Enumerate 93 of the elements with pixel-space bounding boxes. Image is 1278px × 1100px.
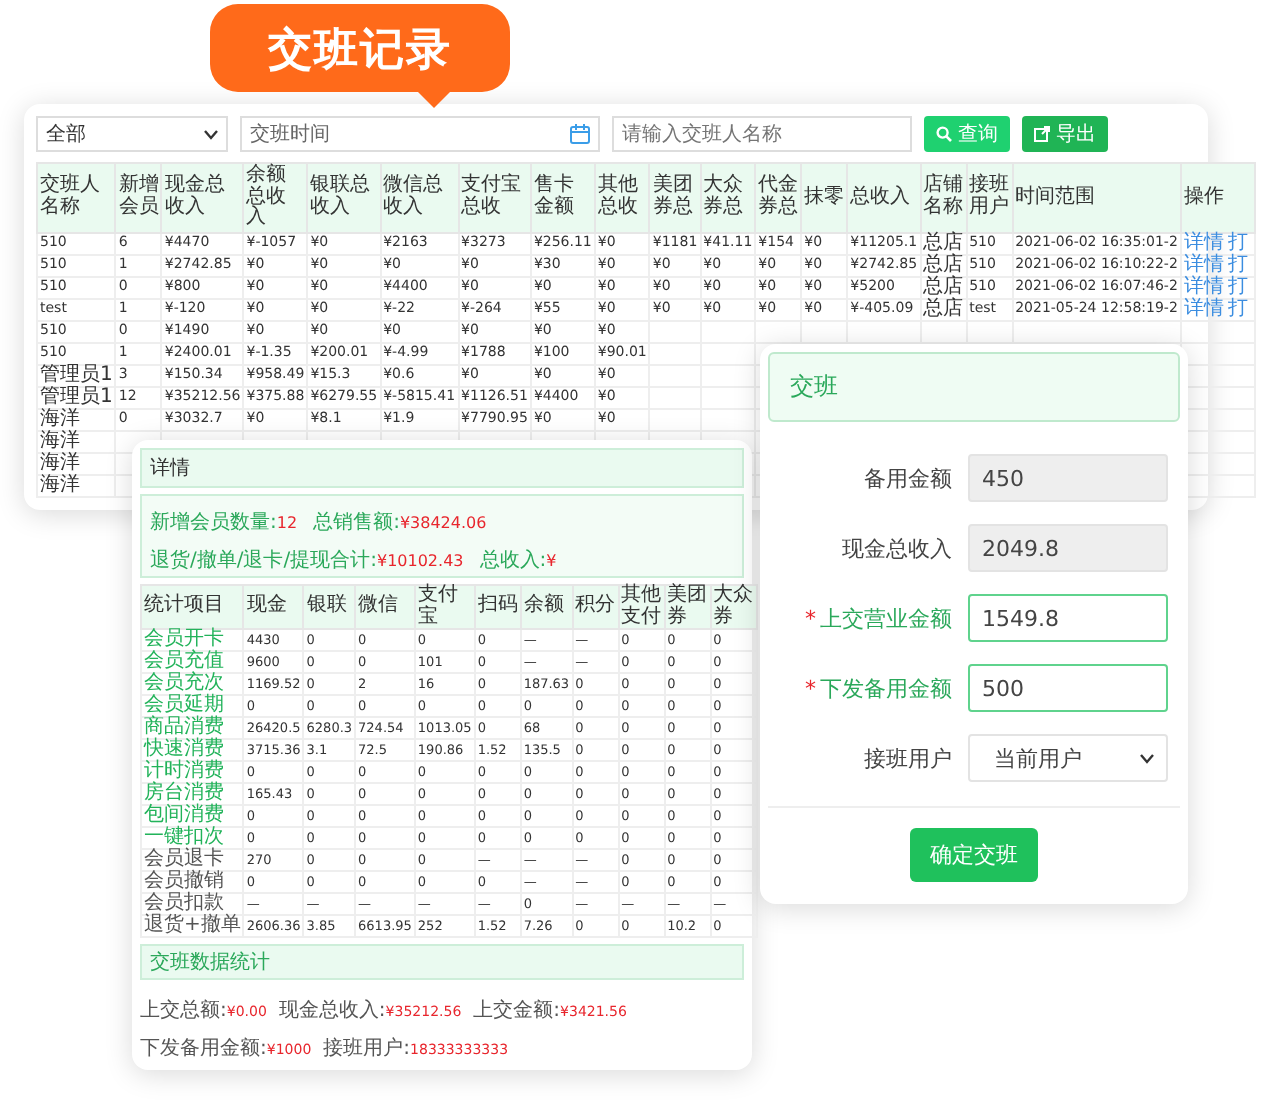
- field-label: 接班用户: [864, 743, 952, 773]
- total-label: 现金总收入:: [278, 1000, 386, 1022]
- column-header: 美团券总: [649, 163, 701, 232]
- table-cell: 退货+撤单: [141, 915, 244, 937]
- table-cell: 总店: [920, 254, 967, 276]
- column-header: 统计项目: [141, 585, 244, 629]
- table-cell: 会员扣款: [141, 893, 244, 915]
- summary-value: ¥10102.43: [376, 552, 464, 570]
- date-field[interactable]: 交班时间: [240, 116, 600, 152]
- summary-value: ¥38424.06: [399, 514, 487, 532]
- table-cell: 海洋: [37, 474, 116, 496]
- column-header: 总收入: [847, 163, 921, 232]
- export-button[interactable]: 导出: [1022, 116, 1108, 152]
- total-label: 接班用户:: [323, 1038, 411, 1061]
- field-label: 下发备用金额: [820, 673, 952, 703]
- column-header: 新增会员: [115, 163, 162, 232]
- column-header: 积分: [572, 585, 619, 629]
- column-header: 大众券: [710, 585, 757, 629]
- detail-title: 详情: [140, 448, 744, 488]
- field-label: 现金总收入: [842, 533, 952, 563]
- calendar-icon: [570, 124, 590, 144]
- item-link[interactable]: 快速消费: [141, 739, 244, 761]
- input-field[interactable]: 1549.8: [968, 594, 1168, 642]
- column-header: 微信: [355, 585, 415, 629]
- column-header: 现金: [243, 585, 304, 629]
- confirm-button[interactable]: 确定交班: [910, 828, 1038, 882]
- column-header: 接班用户: [966, 163, 1013, 232]
- table-cell: 总店: [920, 276, 967, 298]
- summary-value: ¥: [546, 552, 557, 570]
- caret-icon: [1140, 753, 1154, 763]
- total-label: 下发备用金额:: [140, 1038, 267, 1061]
- required-mark: *: [805, 675, 816, 701]
- item-link[interactable]: 计时消费: [141, 761, 244, 783]
- column-header: 代金券总: [755, 163, 802, 232]
- item-link[interactable]: 房台消费: [141, 783, 244, 805]
- table-cell: 会员退卡: [141, 849, 244, 871]
- item-link[interactable]: 会员充次: [141, 673, 244, 695]
- column-header: 余额: [520, 585, 573, 629]
- user-select[interactable]: 当前用户: [968, 734, 1168, 782]
- table-cell: 总店: [920, 232, 967, 254]
- column-header: 其他支付: [618, 585, 665, 629]
- required-mark: *: [805, 605, 816, 631]
- title-badge: 交班记录: [210, 4, 510, 108]
- column-header: 大众券总: [700, 163, 756, 232]
- table-cell: 总店: [920, 298, 967, 320]
- item-link[interactable]: 会员开卡: [141, 629, 244, 651]
- table-cell: 管理员1: [37, 386, 116, 408]
- input-field[interactable]: 450: [968, 454, 1168, 502]
- column-header: 现金总收入: [161, 163, 244, 232]
- item-link[interactable]: 会员充值: [141, 651, 244, 673]
- export-icon: [1034, 126, 1050, 142]
- total-label: 上交总额:: [140, 1000, 227, 1022]
- item-link[interactable]: 包间消费: [141, 805, 244, 827]
- column-header: 时间范围: [1012, 163, 1181, 232]
- field-label: 备用金额: [864, 463, 952, 493]
- summary-label: 总销售额:: [313, 512, 400, 534]
- table-cell: 海洋: [37, 408, 116, 430]
- table-cell: 管理员1: [37, 364, 116, 386]
- input-field[interactable]: 500: [968, 664, 1168, 712]
- column-header: 交班人名称: [37, 163, 116, 232]
- table-cell: 海洋: [37, 430, 116, 452]
- item-link[interactable]: 商品消费: [141, 717, 244, 739]
- dialog-title: 交班: [768, 352, 1180, 422]
- summary-label: 总收入:: [479, 550, 547, 572]
- column-header: 扫码: [474, 585, 521, 629]
- column-header: 其他总收: [594, 163, 650, 232]
- column-header: 余额总收入: [243, 163, 308, 232]
- column-header: 支付宝总收: [458, 163, 531, 232]
- summary-value: 12: [276, 514, 298, 532]
- column-header: 美团券: [664, 585, 711, 629]
- column-header: 微信总收入: [380, 163, 459, 232]
- input-field[interactable]: 2049.8: [968, 524, 1168, 572]
- column-header: 银联总收入: [307, 163, 381, 232]
- column-header: 操作: [1180, 163, 1255, 232]
- table-cell: 海洋: [37, 452, 116, 474]
- field-label: 上交营业金额: [820, 603, 952, 633]
- item-link[interactable]: 一键扣次: [141, 827, 244, 849]
- table-cell: 会员撤销: [141, 871, 244, 893]
- summary-label: 退货/撤单/退卡/提现合计:: [150, 550, 377, 572]
- column-header: 店铺名称: [920, 163, 967, 232]
- total-label: 上交金额:: [473, 1000, 561, 1022]
- summary-label: 新增会员数量:: [150, 512, 277, 534]
- caret-icon: [204, 129, 218, 139]
- search-field[interactable]: 请输入交班人名称: [612, 116, 912, 152]
- column-header: 支付宝: [414, 585, 475, 629]
- column-header: 抹零: [801, 163, 848, 232]
- column-header: 银联: [303, 585, 356, 629]
- search-button[interactable]: 查询: [924, 116, 1010, 152]
- column-header: 售卡金额: [530, 163, 595, 232]
- item-link[interactable]: 会员延期: [141, 695, 244, 717]
- section-title: 交班数据统计: [140, 944, 744, 980]
- shop-select[interactable]: 全部: [36, 116, 228, 152]
- search-icon: [936, 126, 952, 142]
